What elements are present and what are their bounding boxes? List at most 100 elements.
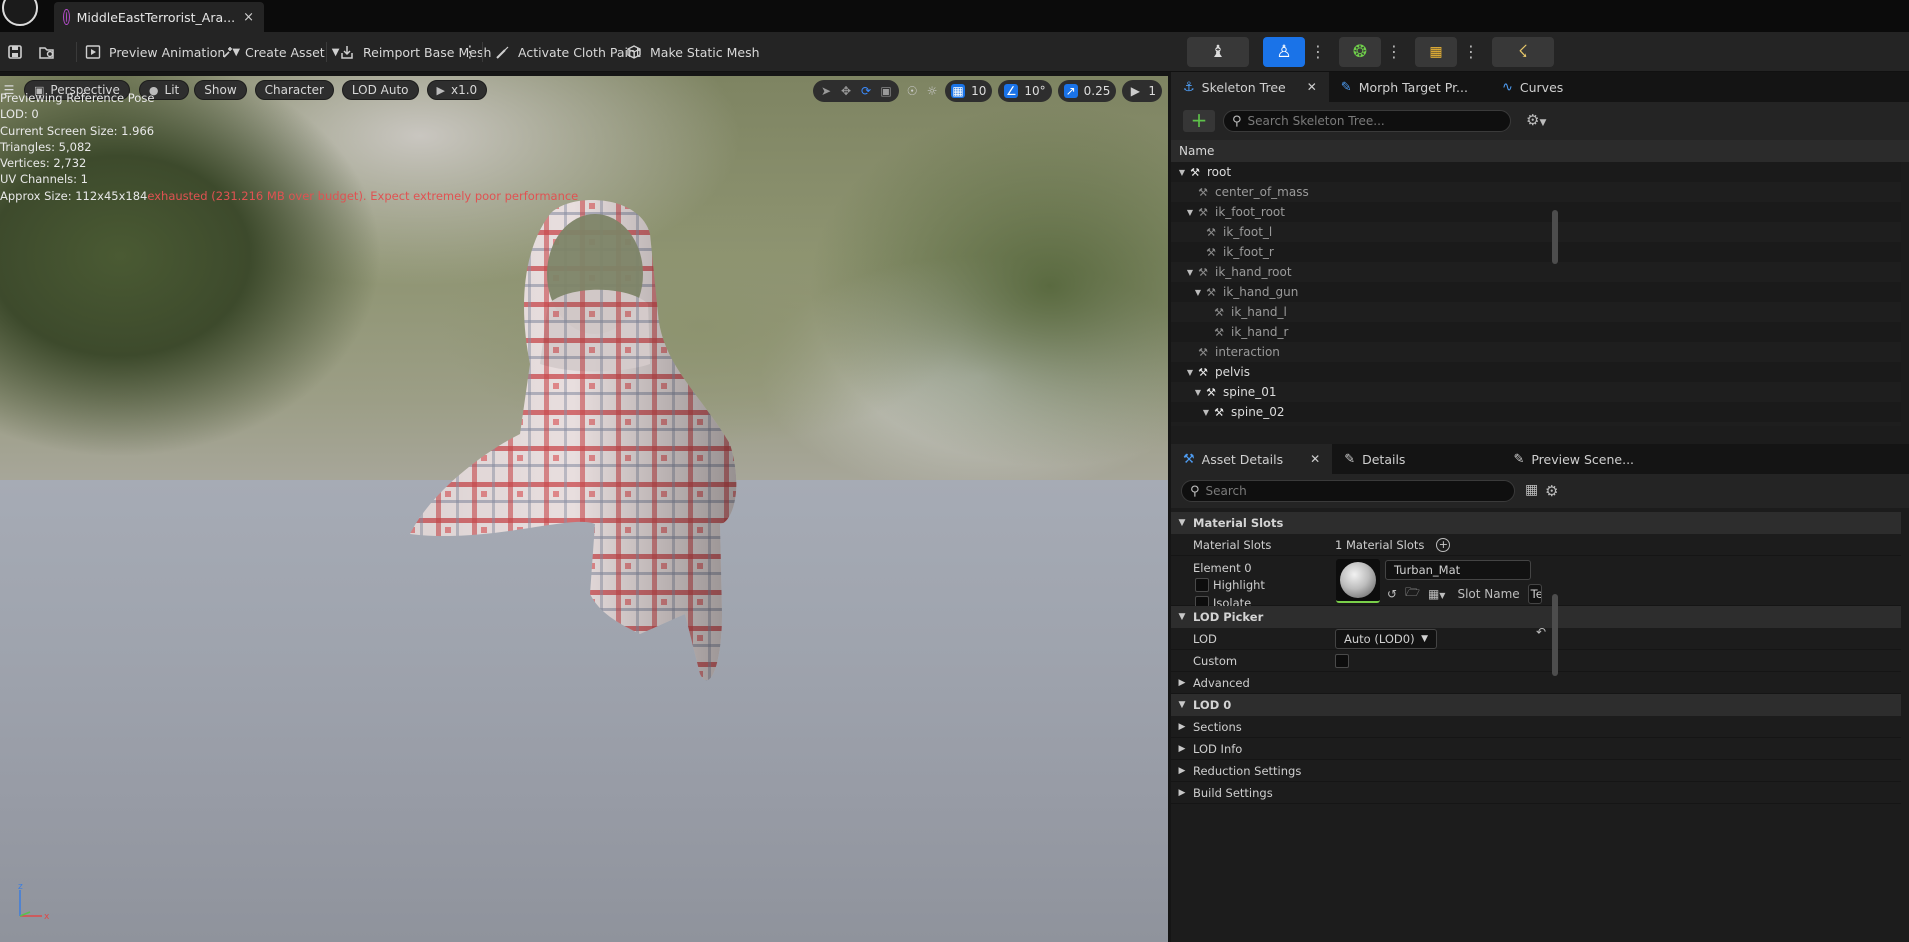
- close-tab-icon[interactable]: ✕: [1310, 452, 1320, 466]
- tab-morph-target-preview[interactable]: ✎ Morph Target Pr...: [1329, 72, 1480, 102]
- checker-icon[interactable]: ▦▼: [1428, 587, 1446, 601]
- scarf-mesh: [410, 200, 737, 681]
- world-local-icon[interactable]: ☉: [905, 84, 919, 98]
- skeleton-mode-button[interactable]: ♝: [1187, 37, 1249, 67]
- bone-row[interactable]: ▼ ⚒ spine_01: [1171, 382, 1901, 402]
- bone-row[interactable]: ▼ ⚒ pelvis: [1171, 362, 1901, 382]
- viewport[interactable]: ☰ ▣ Perspective ● Lit Show Character LOD…: [0, 76, 1168, 942]
- skeletal-mesh-icon: [64, 10, 69, 24]
- close-tab-icon[interactable]: ✕: [1307, 80, 1317, 94]
- reduction-settings-row[interactable]: ▶ Reduction Settings: [1171, 760, 1901, 782]
- gear-icon[interactable]: ⚙▼: [1526, 111, 1546, 129]
- expanded-arrow-icon[interactable]: ▼: [1185, 368, 1195, 377]
- create-asset-button[interactable]: Create Asset ▼: [220, 40, 339, 64]
- cloth-paint-label: Activate Cloth Paint: [518, 44, 641, 60]
- skeleton-search-input[interactable]: ⚲ Search Skeleton Tree...: [1223, 110, 1511, 132]
- unreal-logo-icon[interactable]: [2, 0, 38, 26]
- bone-icon: ⚒: [1206, 225, 1216, 239]
- bone-row[interactable]: ▼ ⚒ ik_hand_gun: [1171, 282, 1901, 302]
- bone-row[interactable]: ⚒ ik_hand_l: [1171, 302, 1901, 322]
- section-lod-0[interactable]: ▼ LOD 0: [1171, 694, 1901, 716]
- highlight-checkbox[interactable]: [1195, 578, 1209, 592]
- material-thumbnail[interactable]: [1336, 559, 1380, 603]
- bone-row[interactable]: ▼⚒spine_03: [1171, 422, 1901, 426]
- lod-info-row[interactable]: ▶ LOD Info: [1171, 738, 1901, 760]
- expanded-arrow-icon[interactable]: ▼: [1177, 168, 1187, 177]
- sections-row[interactable]: ▶ Sections: [1171, 716, 1901, 738]
- use-selected-icon[interactable]: ↺: [1387, 587, 1397, 601]
- save-button[interactable]: [6, 40, 24, 64]
- tab-preview-scene[interactable]: ✎ Preview Scene...: [1501, 444, 1646, 474]
- details-search-input[interactable]: ⚲ Search: [1181, 480, 1515, 502]
- translate-icon[interactable]: ✥: [839, 84, 853, 98]
- tab-skeleton-tree[interactable]: ⚓ Skeleton Tree ✕: [1171, 72, 1329, 102]
- bone-row[interactable]: ⚒ ik_foot_l: [1171, 222, 1901, 242]
- tab-asset-details[interactable]: ⚒ Asset Details ✕: [1171, 444, 1333, 474]
- reset-to-default-icon[interactable]: ↶: [1536, 625, 1546, 639]
- physics-mode-button[interactable]: ☇: [1492, 37, 1554, 67]
- bone-row[interactable]: ⚒ center_of_mass: [1171, 182, 1901, 202]
- select-icon[interactable]: ➤: [819, 84, 833, 98]
- expanded-arrow-icon[interactable]: ▼: [1185, 268, 1195, 277]
- chevron-down-icon: ▼: [1421, 633, 1428, 644]
- browse-button[interactable]: [38, 40, 56, 64]
- skeleton-tree-icon: ⚓: [1183, 79, 1195, 95]
- mesh-mode-options-icon[interactable]: ⋮: [1310, 40, 1326, 64]
- bone-row[interactable]: ▼ ⚒ ik_foot_root: [1171, 202, 1901, 222]
- make-static-mesh-button[interactable]: Make Static Mesh: [625, 40, 760, 64]
- bone-label: ik_hand_gun: [1223, 285, 1299, 299]
- section-material-slots[interactable]: ▼ Material Slots: [1171, 512, 1901, 534]
- bone-row[interactable]: ⚒ ik_foot_r: [1171, 242, 1901, 262]
- bone-row[interactable]: ⚒ interaction: [1171, 342, 1901, 362]
- tab-details[interactable]: ✎ Details: [1332, 444, 1417, 474]
- camera-speed[interactable]: ▶ 1: [1122, 80, 1162, 102]
- rotate-icon[interactable]: ⟳: [859, 84, 873, 98]
- bone-icon: ⚒: [1214, 405, 1224, 419]
- animation-mode-options-icon[interactable]: ⋮: [1386, 40, 1402, 64]
- bone-row[interactable]: ▼ ⚒ spine_02: [1171, 402, 1901, 422]
- browse-folder-icon[interactable]: 🗁: [1405, 583, 1420, 604]
- scale-snap[interactable]: ↗ 0.25: [1057, 80, 1117, 102]
- expanded-arrow-icon[interactable]: ▼: [1185, 208, 1195, 217]
- slot-name-input[interactable]: Te: [1527, 583, 1542, 604]
- tab-label: Preview Scene...: [1531, 451, 1635, 467]
- tree-scrollbar[interactable]: [1552, 210, 1558, 264]
- close-tab-icon[interactable]: ×: [243, 10, 254, 25]
- bone-icon: ⚒: [1219, 425, 1235, 427]
- gear-icon[interactable]: ⚙: [1545, 482, 1558, 500]
- advanced-row[interactable]: ▶ Advanced: [1171, 672, 1901, 694]
- reimport-options-icon[interactable]: ⋮: [462, 40, 478, 64]
- lod-dropdown[interactable]: Auto (LOD0) ▼: [1335, 628, 1437, 649]
- bone-row[interactable]: ⚒ ik_hand_r: [1171, 322, 1901, 342]
- mesh-mode-button[interactable]: ♙: [1263, 37, 1305, 67]
- tab-curves[interactable]: ∿ Curves: [1490, 72, 1575, 102]
- custom-checkbox[interactable]: [1335, 653, 1349, 668]
- add-slot-icon[interactable]: +: [1436, 537, 1451, 552]
- scale-snap-icon: ↗: [1063, 84, 1078, 98]
- add-bone-button[interactable]: +: [1183, 110, 1215, 132]
- bone-row[interactable]: ▼ ⚒ ik_hand_root: [1171, 262, 1901, 282]
- curves-icon: ∿: [1501, 79, 1513, 95]
- surface-snap-icon[interactable]: ☼: [925, 84, 939, 98]
- rotation-snap[interactable]: ∠ 10°: [998, 80, 1052, 102]
- details-scrollbar[interactable]: [1552, 594, 1558, 676]
- asset-tab[interactable]: MiddleEastTerrorist_Ara... ×: [54, 2, 264, 32]
- activate-cloth-paint-button[interactable]: Activate Cloth Paint: [493, 40, 641, 64]
- blueprint-mode-options-icon[interactable]: ⋮: [1463, 40, 1479, 64]
- build-settings-row[interactable]: ▶ Build Settings: [1171, 782, 1901, 804]
- scale-icon[interactable]: ▣: [879, 84, 893, 98]
- bone-row[interactable]: ▼ ⚒ root: [1171, 162, 1901, 182]
- table-view-icon[interactable]: ▦: [1525, 482, 1538, 498]
- paint-brush-icon: [493, 44, 511, 60]
- expanded-arrow-icon[interactable]: ▼: [1201, 408, 1211, 417]
- property-label: LOD: [1193, 631, 1217, 646]
- grid-snap[interactable]: ▦ 10: [945, 80, 993, 102]
- bone-label: ik_hand_l: [1231, 305, 1287, 319]
- details-body: ▼ Material Slots Material Slots 1 Materi…: [1171, 508, 1901, 942]
- preview-animation-button[interactable]: Preview Animation ▼: [84, 40, 240, 64]
- blueprint-mode-button[interactable]: ▦: [1415, 37, 1457, 67]
- expanded-arrow-icon[interactable]: ▼: [1193, 388, 1203, 397]
- material-selector[interactable]: Turban_Mat: [1385, 560, 1531, 580]
- animation-mode-button[interactable]: ❂: [1339, 37, 1381, 67]
- expanded-arrow-icon[interactable]: ▼: [1193, 288, 1203, 297]
